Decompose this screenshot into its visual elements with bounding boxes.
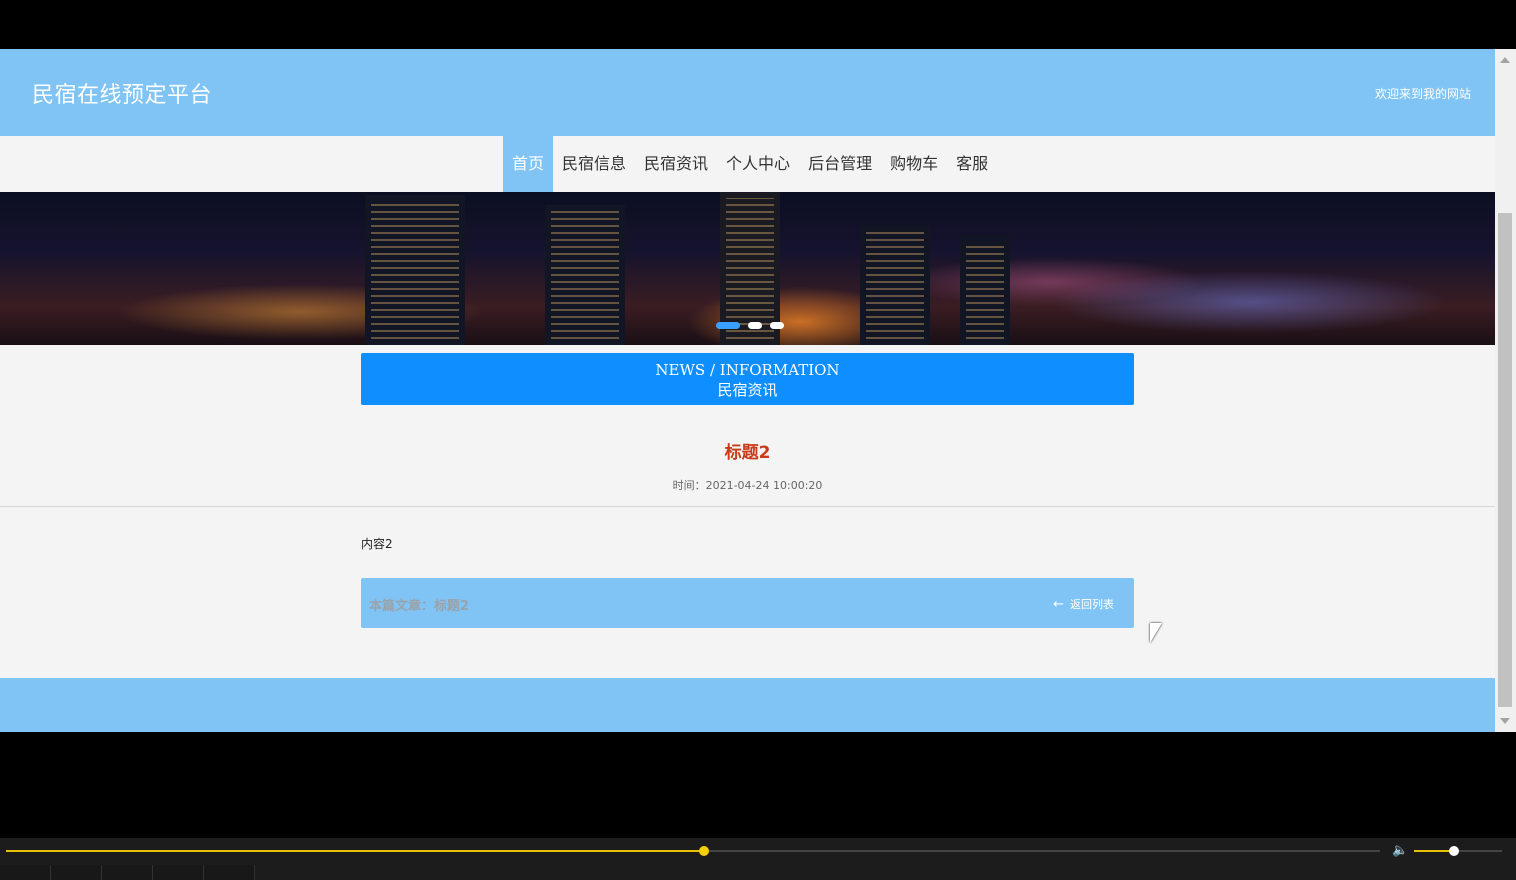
speaker-icon[interactable]: 🔈	[1392, 843, 1408, 858]
nav-item-homestay-news[interactable]: 民宿资讯	[635, 136, 717, 192]
article-footer-bar: 本篇文章：标题2 ← 返回列表	[361, 578, 1134, 628]
progress-knob[interactable]	[698, 846, 709, 856]
carousel-dots	[716, 322, 784, 329]
browser-viewport: 民宿在线预定平台 欢迎来到我的网站 首页 民宿信息 民宿资讯 个人中心 后台管理…	[0, 49, 1495, 732]
scroll-down-icon[interactable]	[1500, 718, 1510, 724]
news-title-en: NEWS / INFORMATION	[655, 361, 840, 379]
carousel-dot-2[interactable]	[748, 322, 762, 329]
article-time: 时间：2021-04-24 10:00:20	[672, 479, 823, 492]
volume-knob[interactable]	[1448, 846, 1459, 856]
article-content: 内容2	[361, 537, 393, 551]
divider	[0, 506, 1495, 507]
arrow-left-icon: ←	[1053, 596, 1064, 612]
player-button-row	[0, 865, 255, 880]
player-button[interactable]	[0, 865, 51, 880]
nav-item-cart[interactable]: 购物车	[881, 136, 947, 192]
nav-item-homestay-info[interactable]: 民宿信息	[553, 136, 635, 192]
mouse-cursor-icon	[1150, 623, 1162, 643]
site-header: 民宿在线预定平台 欢迎来到我的网站	[0, 49, 1495, 136]
banner-building	[960, 235, 1010, 345]
site-title[interactable]: 民宿在线预定平台	[32, 77, 212, 109]
volume-fill	[1414, 850, 1454, 852]
article-title: 标题2	[724, 443, 771, 463]
progress-track[interactable]	[6, 846, 1380, 856]
carousel-dot-1[interactable]	[716, 322, 740, 329]
volume-track[interactable]	[1414, 846, 1502, 856]
nav-item-home[interactable]: 首页	[503, 136, 554, 192]
scrollbar-thumb[interactable]	[1498, 213, 1512, 707]
video-player-controls: 🔈	[0, 838, 1516, 880]
carousel-dot-3[interactable]	[770, 322, 784, 329]
main-nav: 首页 民宿信息 民宿资讯 个人中心 后台管理 购物车 客服	[0, 136, 1495, 192]
news-section-header: NEWS / INFORMATION 民宿资讯	[361, 353, 1134, 405]
back-to-list-link[interactable]: ← 返回列表	[1053, 596, 1114, 612]
player-button[interactable]	[153, 865, 204, 880]
nav-item-customer-service[interactable]: 客服	[947, 136, 997, 192]
banner-building	[545, 205, 625, 345]
banner-building	[860, 225, 930, 345]
progress-fill	[6, 850, 704, 852]
welcome-text: 欢迎来到我的网站	[1374, 87, 1471, 101]
player-button[interactable]	[204, 865, 255, 880]
banner-carousel[interactable]	[0, 192, 1495, 345]
back-to-list-label: 返回列表	[1070, 598, 1114, 611]
current-article-label: 本篇文章：标题2	[369, 599, 470, 614]
banner-building	[365, 195, 465, 345]
scroll-up-icon[interactable]	[1500, 57, 1510, 63]
nav-item-admin[interactable]: 后台管理	[799, 136, 881, 192]
player-button[interactable]	[102, 865, 153, 880]
site-footer	[0, 678, 1495, 732]
news-title-cn: 民宿资讯	[717, 381, 778, 399]
nav-item-personal-center[interactable]: 个人中心	[717, 136, 799, 192]
player-button[interactable]	[51, 865, 102, 880]
vertical-scrollbar[interactable]	[1495, 49, 1516, 732]
